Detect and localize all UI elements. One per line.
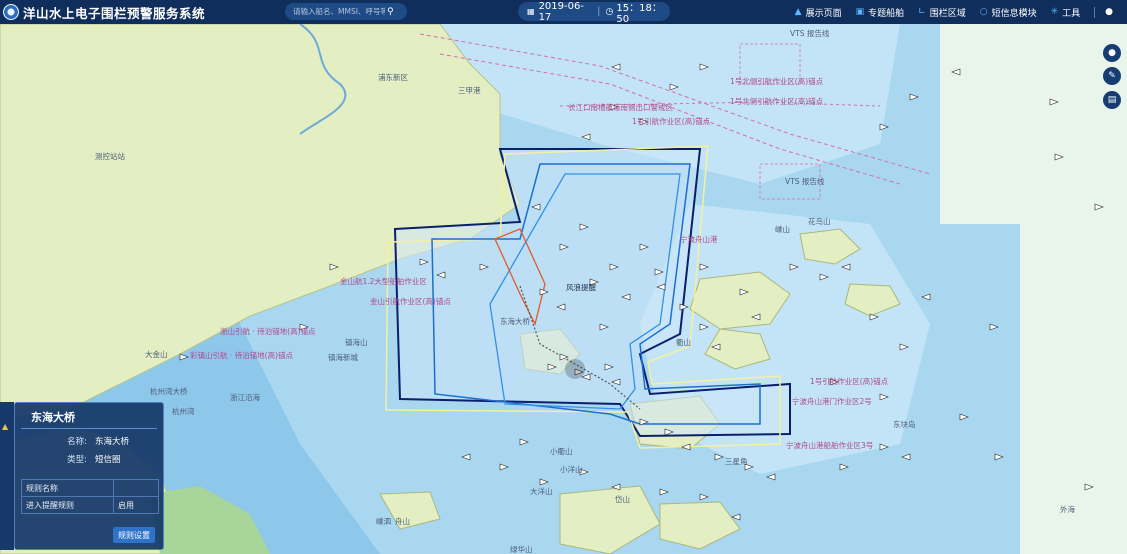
ship-search-input[interactable] xyxy=(293,7,385,16)
search-icon[interactable]: ⚲ xyxy=(387,7,394,17)
rules-table: 规则名称 进入提醒规则 启用 xyxy=(21,479,159,514)
measure-tool-button[interactable]: ✎ xyxy=(1103,67,1121,85)
home-icon: ▲ xyxy=(794,7,802,17)
layers-tool-button[interactable]: ▤ xyxy=(1103,91,1121,109)
map-label-daishan: 岱山 xyxy=(615,495,630,504)
map-label-anchor2: 1号北侧引航作业区(高)锚点 xyxy=(730,97,824,106)
panel-name-row: 名称: 东海大桥 xyxy=(15,435,163,447)
rules-header-row: 规则名称 xyxy=(21,479,159,497)
map-label-ningbo: 宁波舟山港 xyxy=(680,235,718,244)
map-label-dongyu: 东海大桥 xyxy=(500,317,530,326)
map-label-anchor3: 1号引航作业区(高)锚点 xyxy=(632,117,711,126)
map-label-sanjia: 三甲港 xyxy=(458,86,481,95)
map-label-daxie: 小衢山 xyxy=(550,447,573,456)
map-label-shengsi: 嵊泗 xyxy=(376,517,391,526)
app-logo-icon xyxy=(3,4,19,20)
map-label-dongluo: 东块岛 xyxy=(893,420,916,429)
ship-search-box[interactable]: ⚲ xyxy=(285,3,407,20)
map-label-qushan: 衢山 xyxy=(676,338,691,347)
fence-icon: ∟ xyxy=(918,7,926,17)
fence-info-panel: 东海大桥 名称: 东海大桥 类型: 短信圈 规则名称 进入提醒规则 启用 规则设… xyxy=(14,402,164,550)
map-label-x1: 镇海新城 xyxy=(328,353,358,362)
map-label-x2: 舟山 xyxy=(395,517,410,526)
clock-icon: ◷ xyxy=(605,6,614,17)
location-pin-icon: ● xyxy=(1108,48,1116,58)
map-label-x3: 三星角 xyxy=(725,457,748,466)
top-bar: 洋山水上电子围栏预警服务系统 ⚲ ▦ 2019-06-17 | ◷ 15：18：… xyxy=(0,0,1127,25)
map-label-zhaowan: 浙江沿海 xyxy=(230,393,260,402)
rule-settings-button[interactable]: 规则设置 xyxy=(113,527,155,543)
sea-chart-map[interactable]: 浦东新区 三甲港 测控站站 VTS 报告线 VTS 报告线 1号北侧引航作业区(… xyxy=(0,24,1127,554)
calendar-icon: ▦ xyxy=(527,7,535,16)
date-value: 2019-06-17 xyxy=(538,0,584,23)
nav-fence-area[interactable]: ∟ 围栏区域 xyxy=(918,6,966,19)
map-label-zhejiang1: 浙山引航 · 待泊锚地(高)锚点 xyxy=(220,327,316,336)
nav-message-module[interactable]: ○ 短信息模块 xyxy=(980,6,1037,19)
map-label-lv: 绿华山 xyxy=(510,545,533,554)
panel-side-strip: ▲ xyxy=(0,402,14,550)
ship-icon: ▣ xyxy=(855,7,865,17)
time-value: 15：18：50 xyxy=(616,2,662,25)
nav-display-page[interactable]: ▲ 展示页面 xyxy=(795,6,842,19)
datetime-display: ▦ 2019-06-17 | ◷ 15：18：50 xyxy=(518,0,670,25)
gear-icon: ✳ xyxy=(1050,7,1059,17)
map-label-yang2: 大洋山 xyxy=(530,487,553,496)
datetime-separator: | xyxy=(597,6,601,17)
message-icon: ○ xyxy=(979,7,988,17)
rule-name-cell: 进入提醒规则 xyxy=(21,496,114,514)
map-label-jinshan1: 金山航1.2大型船舶作业区 xyxy=(340,277,427,286)
map-label-dajin: 大金山 xyxy=(145,350,168,359)
map-label-ocean: 外海 xyxy=(1060,505,1075,514)
map-label-vts-north: VTS 报告线 xyxy=(790,29,830,38)
nav-special-ships[interactable]: ▣ 专题船舶 xyxy=(856,6,905,19)
map-label-wave-alert: 风浪提醒 xyxy=(566,283,596,292)
map-label-anchor1: 1号北侧引航作业区(高)锚点 xyxy=(730,77,824,86)
table-row[interactable]: 进入提醒规则 启用 xyxy=(21,496,159,514)
map-label-ptzone: 宁波舟山港门作业区2号 xyxy=(792,397,872,406)
location-tool-button[interactable]: ● xyxy=(1103,44,1121,62)
panel-title: 东海大桥 xyxy=(21,403,157,429)
map-label-pudong: 浦东新区 xyxy=(378,73,408,82)
panel-type-key: 类型: xyxy=(67,455,87,465)
pencil-icon: ✎ xyxy=(1108,71,1116,81)
map-label-yiyin: 1号引航作业区(高)锚点 xyxy=(810,377,889,386)
map-label-ningbo2: 宁波舟山港船舶作业区3号 xyxy=(786,441,874,450)
panel-type-value: 短信圈 xyxy=(95,455,121,465)
map-label-hangzhou: 杭州湾 xyxy=(172,407,195,416)
pin-icon[interactable]: ▲ xyxy=(2,422,12,432)
panel-name-value: 东海大桥 xyxy=(95,437,130,447)
nav-divider xyxy=(1094,6,1096,18)
map-label-zhejiang2: 彩镇山引航 · 待泊锚地(高)锚点 xyxy=(190,351,294,360)
map-label-vts-mid: VTS 报告线 xyxy=(785,177,825,186)
map-label-hangzhouwan: 杭州湾大桥 xyxy=(150,387,188,396)
rules-header-name: 规则名称 xyxy=(21,479,114,497)
panel-name-key: 名称: xyxy=(67,437,87,447)
map-label-sheshan: 嵊山 xyxy=(775,225,790,234)
map-label-zhenhai: 镇海山 xyxy=(345,338,368,347)
user-icon[interactable]: ● xyxy=(1105,7,1113,17)
map-label-jinshan2: 金山引航作业区(高)锚点 xyxy=(370,297,451,306)
nav-tools[interactable]: ✳ 工具 xyxy=(1051,6,1081,19)
main-nav: ▲ 展示页面 ▣ 专题船舶 ∟ 围栏区域 ○ 短信息模块 ✳ 工具 ● xyxy=(795,0,1127,24)
map-label-yang: 小洋山 xyxy=(560,465,583,474)
vessel-cluster[interactable] xyxy=(565,359,585,379)
rules-header-empty xyxy=(113,479,159,497)
map-label-station: 测控站站 xyxy=(95,152,125,161)
map-label-channel: 长江口南槽航道南侧出口警戒区 xyxy=(568,103,673,112)
map-label-huan: 花鸟山 xyxy=(808,217,831,226)
rule-status-cell: 启用 xyxy=(113,496,159,514)
panel-type-row: 类型: 短信圈 xyxy=(15,453,163,465)
book-icon: ▤ xyxy=(1107,95,1117,105)
app-title: 洋山水上电子围栏预警服务系统 xyxy=(23,5,206,21)
